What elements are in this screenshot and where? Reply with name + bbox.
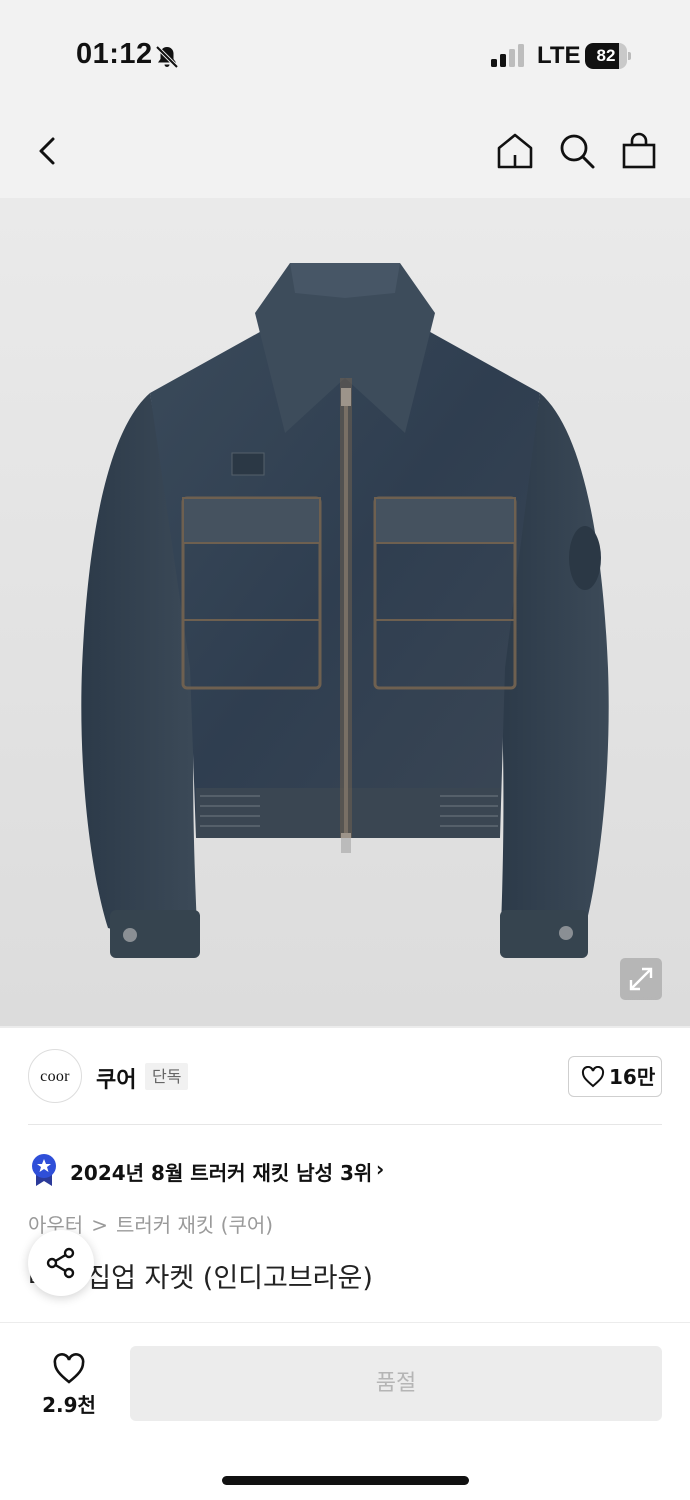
signal-icon <box>491 44 524 67</box>
cart-button[interactable] <box>619 131 659 171</box>
divider <box>28 1124 662 1125</box>
breadcrumb-item-trucker[interactable]: 트러커 재킷 (쿠어) <box>116 1213 273 1237</box>
wishlist-count: 2.9천 <box>42 1393 96 1417</box>
brand-like-button[interactable]: 16만 <box>568 1056 662 1097</box>
search-button[interactable] <box>557 131 597 171</box>
shopping-bag-icon <box>622 132 656 169</box>
denim-jacket-image <box>81 263 609 958</box>
back-button[interactable] <box>28 131 68 171</box>
bottom-action-bar: 2.9천 품절 <box>0 1322 690 1500</box>
status-time: 01:12 <box>76 38 153 70</box>
heart-icon <box>581 1066 605 1088</box>
brand-name[interactable]: 쿠어 <box>96 1062 136 1094</box>
top-nav-bar <box>0 105 690 198</box>
breadcrumb-separator: > <box>91 1213 108 1237</box>
exclusive-badge: 단독 <box>145 1063 189 1090</box>
battery-percent: 82 <box>596 46 616 65</box>
ranking-text: 2024년 8월 트러커 재킷 남성 3위 <box>70 1161 373 1185</box>
soldout-button[interactable]: 품절 <box>130 1346 662 1421</box>
heart-icon <box>53 1353 85 1384</box>
brand-like-count: 16만 <box>609 1065 656 1089</box>
share-button[interactable] <box>28 1230 94 1296</box>
expand-image-button[interactable] <box>620 958 662 1000</box>
search-icon <box>560 134 595 169</box>
ranking-link[interactable]: 2024년 8월 트러커 재킷 남성 3위 › <box>30 1152 410 1188</box>
chevron-right-icon: › <box>376 1157 385 1181</box>
chevron-left-icon <box>39 137 55 165</box>
battery-icon: 82 <box>585 43 631 69</box>
expand-icon <box>629 967 653 991</box>
brand-logo[interactable]: coor <box>28 1049 82 1103</box>
home-icon <box>497 133 533 169</box>
wishlist-button[interactable]: 2.9천 <box>30 1349 108 1419</box>
divider <box>0 1026 690 1028</box>
network-label: LTE <box>537 42 581 69</box>
ranking-badge-icon <box>32 1154 56 1186</box>
home-indicator <box>222 1476 469 1485</box>
bell-slash-icon <box>155 45 179 69</box>
share-icon <box>46 1247 75 1279</box>
status-bar: 01:12 LTE 82 <box>0 0 690 105</box>
home-button[interactable] <box>495 131 535 171</box>
product-image[interactable] <box>0 198 690 1026</box>
